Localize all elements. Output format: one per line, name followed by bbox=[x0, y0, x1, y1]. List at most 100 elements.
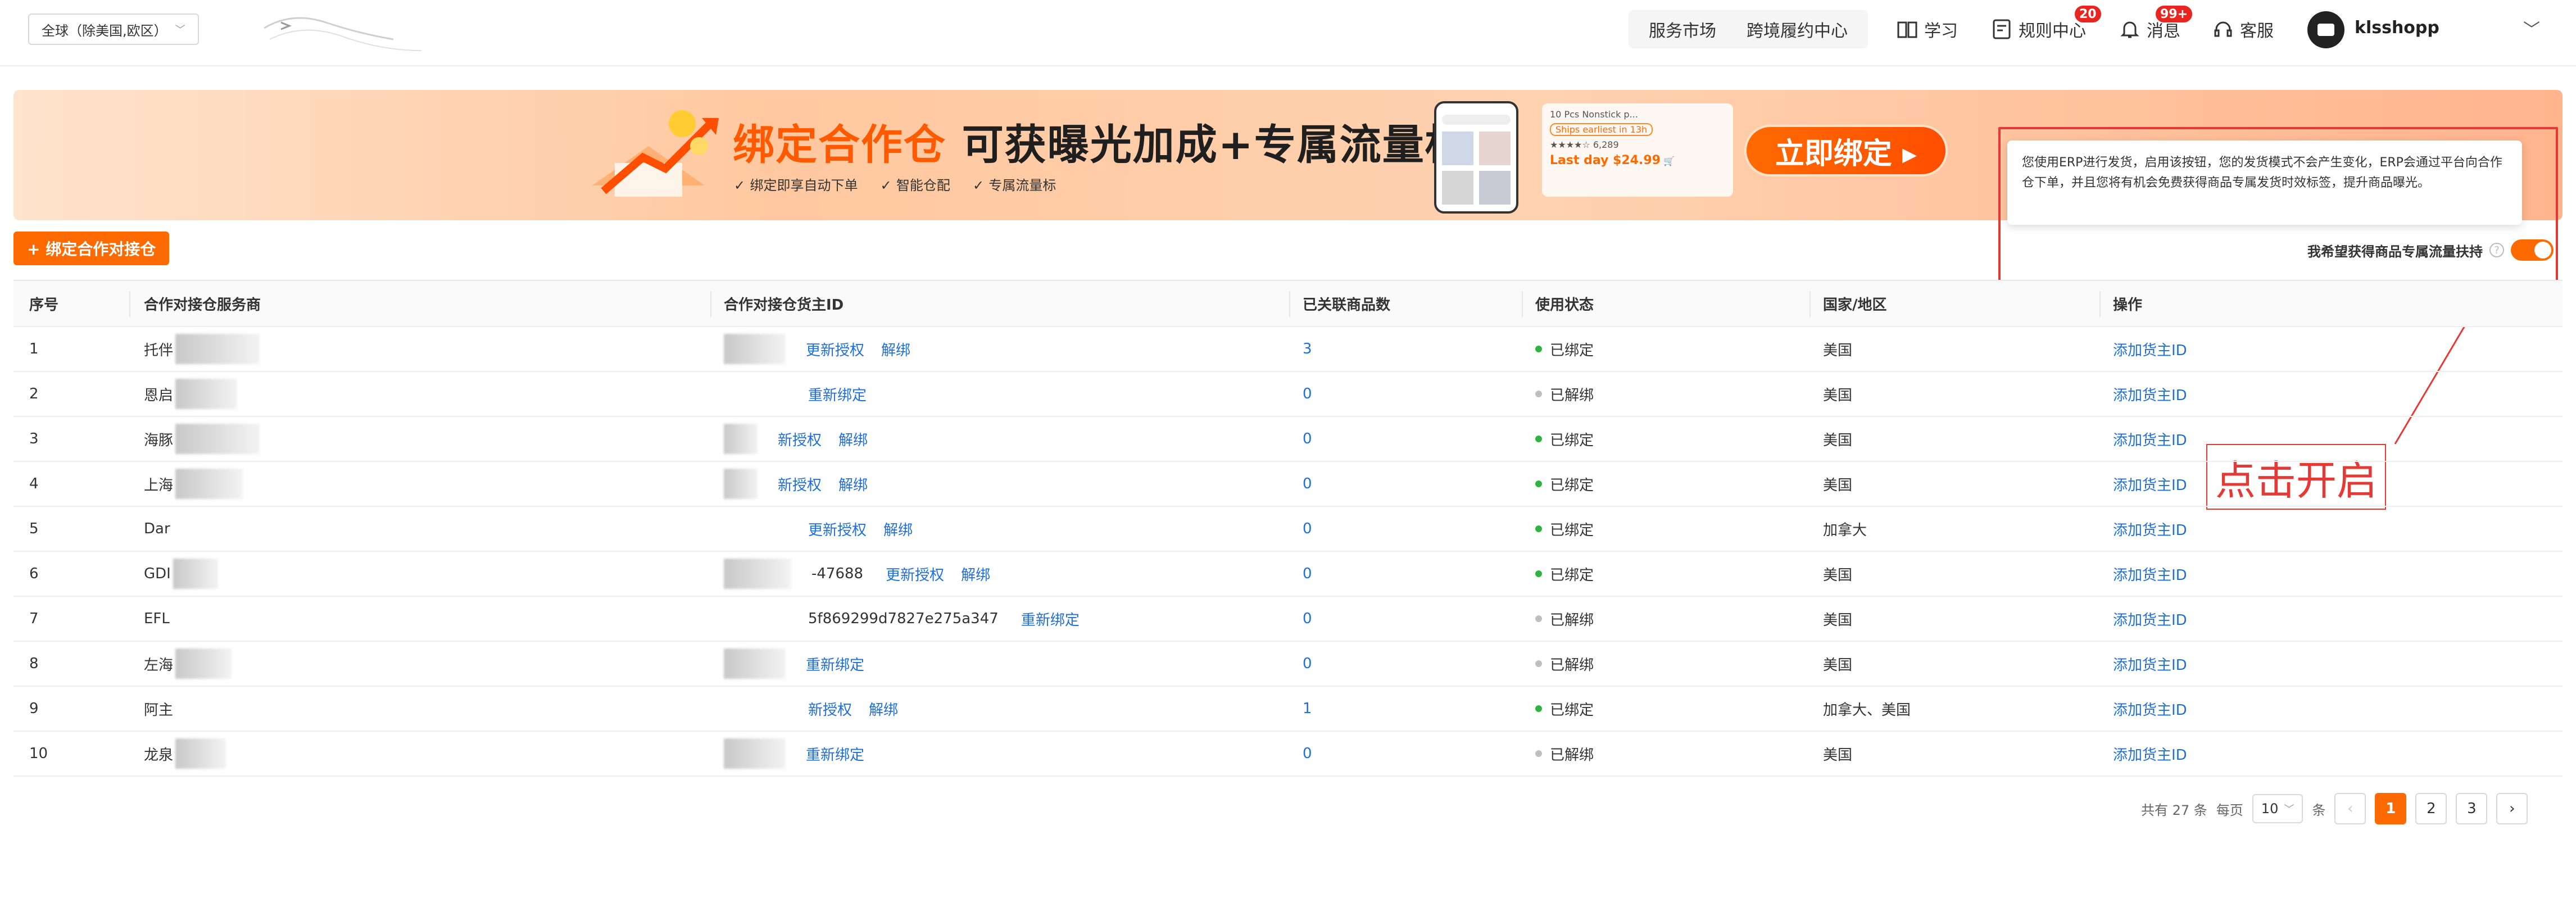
col-header: 合作对接仓货主ID bbox=[724, 296, 844, 314]
row-action-link[interactable]: 解绑 bbox=[881, 339, 910, 360]
add-warehouse-button[interactable]: + 绑定合作对接仓 bbox=[13, 232, 170, 265]
row-action-link[interactable]: 新授权 bbox=[808, 699, 852, 719]
col-header: 合作对接仓服务商 bbox=[144, 296, 261, 314]
bind-now-button[interactable]: 立即绑定 ▸ bbox=[1744, 125, 1948, 176]
add-owner-id-link[interactable]: 添加货主ID bbox=[2113, 327, 2204, 371]
table-row: 5 Dar 更新授权 解绑 0 已绑定 加拿大 添加货主ID bbox=[13, 507, 2563, 552]
page-button-2[interactable]: 2 bbox=[2415, 793, 2447, 824]
add-owner-id-label[interactable]: 添加货主ID bbox=[2113, 519, 2187, 539]
page-button-1[interactable]: 1 bbox=[2375, 793, 2407, 824]
redacted-block bbox=[175, 469, 243, 499]
linked-count[interactable]: 0 bbox=[1303, 610, 1312, 627]
per-page-label: 每页 bbox=[2216, 802, 2243, 818]
add-owner-id-link[interactable]: 添加货主ID bbox=[2113, 732, 2204, 776]
avatar[interactable] bbox=[2307, 11, 2344, 48]
row-action-link[interactable]: 重新绑定 bbox=[806, 743, 864, 764]
add-owner-id-label[interactable]: 添加货主ID bbox=[2113, 743, 2187, 764]
rules-nav[interactable]: 规则中心 20 bbox=[1990, 4, 2102, 43]
linked-count[interactable]: 0 bbox=[1303, 745, 1312, 762]
username[interactable]: klsshopp bbox=[2355, 18, 2439, 38]
add-owner-id-link[interactable]: 添加货主ID bbox=[2113, 372, 2204, 416]
row-action-link[interactable]: 解绑 bbox=[838, 474, 868, 495]
add-owner-id-label[interactable]: 添加货主ID bbox=[2113, 564, 2187, 584]
country-cell: 加拿大、美国 bbox=[1823, 701, 1911, 719]
row-action-link[interactable]: 重新绑定 bbox=[808, 384, 867, 405]
status-cell: 已解绑 bbox=[1535, 642, 1594, 686]
row-index: 6 bbox=[29, 565, 39, 582]
service-market-link[interactable]: 服务市场 bbox=[1649, 17, 1716, 42]
row-action-link[interactable]: 新授权 bbox=[778, 474, 822, 495]
linked-count[interactable]: 0 bbox=[1303, 655, 1312, 672]
region-selector[interactable]: 全球（除美国,欧区） ﹀ bbox=[28, 13, 199, 45]
row-action-link[interactable]: 新授权 bbox=[778, 429, 822, 450]
owner-id-cell: 更新授权 解绑 bbox=[724, 327, 927, 371]
row-action-link[interactable]: 重新绑定 bbox=[1021, 609, 1080, 629]
status-text: 已解绑 bbox=[1550, 746, 1594, 764]
row-action-link[interactable]: 解绑 bbox=[883, 519, 913, 539]
status-dot-icon bbox=[1535, 480, 1542, 487]
messages-badge: 99+ bbox=[2155, 4, 2194, 24]
redacted-block bbox=[724, 649, 786, 679]
chevron-down-icon[interactable]: ﹀ bbox=[2523, 16, 2540, 40]
owner-id-cell: 重新绑定 bbox=[724, 642, 881, 686]
linked-count[interactable]: 0 bbox=[1303, 386, 1312, 402]
help-icon[interactable]: ? bbox=[2489, 243, 2504, 257]
owner-id-cell: 新授权 解绑 bbox=[724, 462, 885, 506]
add-owner-id-label[interactable]: 添加货主ID bbox=[2113, 429, 2187, 450]
add-owner-id-link[interactable]: 添加货主ID bbox=[2113, 642, 2204, 686]
add-owner-id-label[interactable]: 添加货主ID bbox=[2113, 384, 2187, 405]
provider-name: 海豚 bbox=[144, 432, 174, 449]
linked-count-cell: 0 bbox=[1303, 552, 1312, 596]
messages-nav[interactable]: 消息 99+ bbox=[2119, 4, 2194, 43]
country-cell: 美国 bbox=[1823, 432, 1853, 449]
status-dot-icon bbox=[1535, 570, 1542, 577]
add-owner-id-link[interactable]: 添加货主ID bbox=[2113, 462, 2204, 506]
add-owner-id-link[interactable]: 添加货主ID bbox=[2113, 417, 2204, 461]
page-button-3[interactable]: 3 bbox=[2456, 793, 2488, 824]
table-row: 9 阿主 新授权 解绑 1 已绑定 加拿大、美国 添加货主ID bbox=[13, 687, 2563, 732]
add-owner-id-label[interactable]: 添加货主ID bbox=[2113, 474, 2187, 495]
status-dot-icon bbox=[1535, 705, 1542, 712]
add-owner-id-link[interactable]: 添加货主ID bbox=[2113, 507, 2204, 551]
row-action-link[interactable]: 更新授权 bbox=[808, 519, 867, 539]
linked-count[interactable]: 3 bbox=[1303, 341, 1312, 357]
add-owner-id-link[interactable]: 添加货主ID bbox=[2113, 597, 2204, 641]
owner-id-cell: 新授权 解绑 bbox=[724, 687, 915, 731]
add-owner-id-label[interactable]: 添加货主ID bbox=[2113, 609, 2187, 629]
chevron-down-icon: ﹀ bbox=[2284, 804, 2294, 815]
row-action-link[interactable]: 更新授权 bbox=[886, 564, 944, 584]
redacted-block bbox=[724, 469, 758, 499]
linked-count[interactable]: 0 bbox=[1303, 475, 1312, 492]
prev-page-button[interactable]: ‹ bbox=[2334, 793, 2366, 824]
learn-nav[interactable]: 学习 bbox=[1896, 16, 1958, 43]
linked-count[interactable]: 1 bbox=[1303, 700, 1312, 717]
linked-count[interactable]: 0 bbox=[1303, 430, 1312, 447]
linked-count[interactable]: 0 bbox=[1303, 565, 1312, 582]
row-action-link[interactable]: 解绑 bbox=[961, 564, 990, 584]
status-cell: 已解绑 bbox=[1535, 372, 1594, 416]
add-owner-id-label[interactable]: 添加货主ID bbox=[2113, 339, 2187, 360]
page-size-select[interactable]: 10 ﹀ bbox=[2252, 794, 2303, 823]
redacted-block bbox=[724, 738, 786, 769]
table-row: 6 GDI -47688 更新授权 解绑 0 已绑定 美国 添加货主ID bbox=[13, 552, 2563, 597]
redacted-block bbox=[724, 334, 786, 364]
add-owner-id-label[interactable]: 添加货主ID bbox=[2113, 699, 2187, 719]
cross-border-link[interactable]: 跨境履约中心 bbox=[1747, 17, 1848, 42]
next-page-button[interactable]: › bbox=[2496, 793, 2528, 824]
row-action-link[interactable]: 解绑 bbox=[838, 429, 868, 450]
row-action-link[interactable]: 更新授权 bbox=[806, 339, 864, 360]
status-dot-icon bbox=[1535, 346, 1542, 352]
add-owner-id-link[interactable]: 添加货主ID bbox=[2113, 552, 2204, 596]
table-row: 3 海豚 新授权 解绑 0 已绑定 美国 添加货主ID bbox=[13, 417, 2563, 462]
provider-name: 阿主 bbox=[144, 701, 174, 719]
row-action-link[interactable]: 解绑 bbox=[869, 699, 898, 719]
traffic-support-toggle[interactable] bbox=[2511, 239, 2554, 261]
linked-count[interactable]: 0 bbox=[1303, 520, 1312, 537]
status-dot-icon bbox=[1535, 391, 1542, 397]
row-action-link[interactable]: 重新绑定 bbox=[806, 654, 864, 674]
support-nav[interactable]: 客服 bbox=[2212, 16, 2274, 43]
add-owner-id-label[interactable]: 添加货主ID bbox=[2113, 654, 2187, 674]
country-cell: 加拿大 bbox=[1823, 522, 1867, 539]
add-owner-id-link[interactable]: 添加货主ID bbox=[2113, 687, 2204, 731]
decorative-swirl-icon bbox=[264, 17, 422, 51]
